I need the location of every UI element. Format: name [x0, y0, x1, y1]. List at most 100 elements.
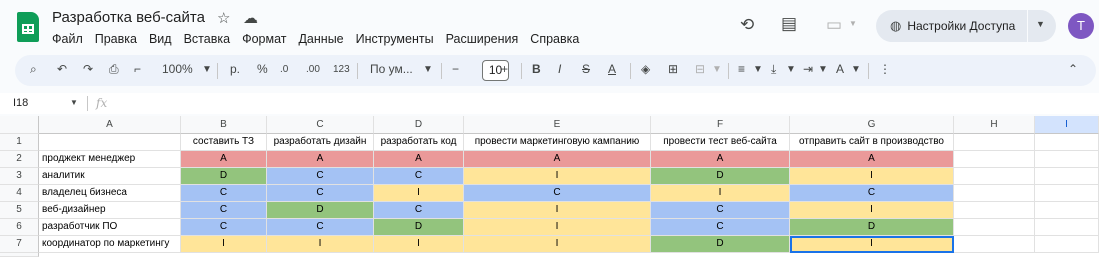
more-options-icon[interactable]: ⋮ — [879, 62, 891, 76]
decrease-decimal-button[interactable]: .0 — [280, 64, 288, 75]
cell-i1[interactable] — [1035, 134, 1099, 151]
column-header-h[interactable]: H — [954, 116, 1035, 134]
currency-button[interactable]: р. — [230, 62, 240, 76]
cell-a5[interactable]: веб-дизайнер — [39, 202, 181, 219]
cell-g6[interactable]: D — [790, 219, 954, 236]
cell-d5[interactable]: C — [374, 202, 464, 219]
strikethrough-icon[interactable]: S — [582, 62, 590, 76]
menu-edit[interactable]: Правка — [95, 32, 137, 46]
menu-view[interactable]: Вид — [149, 32, 172, 46]
cell-b1[interactable]: составить ТЗ — [181, 134, 267, 151]
cell-i5[interactable] — [1035, 202, 1099, 219]
text-rotation-caret-icon[interactable]: ▼ — [851, 64, 861, 75]
sheets-logo-icon[interactable] — [17, 12, 39, 42]
cell-f3[interactable]: D — [651, 168, 790, 185]
menu-insert[interactable]: Вставка — [184, 32, 230, 46]
menu-tools[interactable]: Инструменты — [356, 32, 434, 46]
merge-caret-icon[interactable]: ▼ — [712, 64, 722, 75]
cell-g3[interactable]: I — [790, 168, 954, 185]
meet-icon[interactable]: ▭ — [826, 15, 842, 35]
bold-button[interactable]: B — [532, 62, 541, 76]
text-wrap-icon[interactable]: ⇥ — [803, 62, 813, 76]
cloud-status-icon[interactable]: ☁ — [243, 9, 258, 27]
cell-g7[interactable]: I — [790, 236, 954, 253]
cell-d1[interactable]: разработать код — [374, 134, 464, 151]
cell-f2[interactable]: A — [651, 151, 790, 168]
zoom-select[interactable]: 100% — [162, 62, 193, 76]
print-icon[interactable]: ⎙ — [109, 62, 119, 77]
row-header-2[interactable]: 2 — [0, 151, 39, 168]
cell-i6[interactable] — [1035, 219, 1099, 236]
cell-e1[interactable]: провести маркетинговую кампанию — [464, 134, 651, 151]
star-icon[interactable]: ☆ — [217, 9, 230, 27]
font-size-decrease-icon[interactable]: − — [452, 62, 459, 76]
text-wrap-caret-icon[interactable]: ▼ — [818, 64, 828, 75]
cell-d6[interactable]: D — [374, 219, 464, 236]
cell-c6[interactable]: C — [267, 219, 374, 236]
redo-icon[interactable]: ↷ — [83, 62, 93, 76]
cell-h6[interactable] — [954, 219, 1035, 236]
cell-g2[interactable]: A — [790, 151, 954, 168]
cell-c4[interactable]: C — [267, 185, 374, 202]
row-header-empty[interactable] — [0, 253, 39, 257]
align-vertical-icon[interactable]: ⤓ — [771, 62, 776, 77]
comments-icon[interactable]: ▤ — [781, 14, 797, 34]
cell-h1[interactable] — [954, 134, 1035, 151]
search-icon[interactable]: ⌕ — [30, 62, 37, 77]
text-color-button[interactable]: A — [608, 62, 616, 76]
merge-cells-icon[interactable]: ⊟ — [695, 62, 705, 76]
cell-b4[interactable]: C — [181, 185, 267, 202]
column-header-a[interactable]: A — [39, 116, 181, 134]
row-header-4[interactable]: 4 — [0, 185, 39, 202]
menu-file[interactable]: Файл — [52, 32, 83, 46]
cell-d4[interactable]: I — [374, 185, 464, 202]
document-title[interactable]: Разработка веб-сайта — [52, 9, 205, 26]
menu-extensions[interactable]: Расширения — [446, 32, 519, 46]
cell-d7[interactable]: I — [374, 236, 464, 253]
cell-i2[interactable] — [1035, 151, 1099, 168]
share-button[interactable]: ◍ Настройки Доступа ▼ — [876, 10, 1056, 42]
column-header-d[interactable]: D — [374, 116, 464, 134]
align-horizontal-caret-icon[interactable]: ▼ — [753, 64, 763, 75]
cell-d3[interactable]: C — [374, 168, 464, 185]
font-caret-icon[interactable]: ▼ — [423, 64, 433, 75]
align-vertical-caret-icon[interactable]: ▼ — [786, 64, 796, 75]
cell-e2[interactable]: A — [464, 151, 651, 168]
cell-a3[interactable]: аналитик — [39, 168, 181, 185]
column-header-g[interactable]: G — [790, 116, 954, 134]
font-size-increase-icon[interactable]: + — [501, 62, 508, 76]
cell-c7[interactable]: I — [267, 236, 374, 253]
cell-h7[interactable] — [954, 236, 1035, 253]
column-header-b[interactable]: B — [181, 116, 267, 134]
cell-c5[interactable]: D — [267, 202, 374, 219]
spreadsheet-grid[interactable]: A B C D E F G H I 1 составить ТЗ разработать дизайн… — [0, 116, 1099, 257]
cell-h2[interactable] — [954, 151, 1035, 168]
cell-d2[interactable]: A — [374, 151, 464, 168]
column-header-i[interactable]: I — [1035, 116, 1099, 134]
cell-i4[interactable] — [1035, 185, 1099, 202]
cell-f6[interactable]: C — [651, 219, 790, 236]
menu-help[interactable]: Справка — [530, 32, 579, 46]
cell-f7[interactable]: D — [651, 236, 790, 253]
row-header-3[interactable]: 3 — [0, 168, 39, 185]
cell-e5[interactable]: I — [464, 202, 651, 219]
undo-icon[interactable]: ↶ — [57, 62, 67, 76]
cell-a1[interactable] — [39, 134, 181, 151]
cell-a7[interactable]: координатор по маркетингу — [39, 236, 181, 253]
cell-g4[interactable]: C — [790, 185, 954, 202]
row-header-1[interactable]: 1 — [0, 134, 39, 151]
menu-data[interactable]: Данные — [298, 32, 343, 46]
cell-c2[interactable]: A — [267, 151, 374, 168]
avatar[interactable]: T — [1068, 13, 1094, 39]
column-header-c[interactable]: C — [267, 116, 374, 134]
font-select[interactable]: По ум... — [370, 62, 413, 76]
cell-reference-caret-icon[interactable]: ▼ — [70, 98, 78, 107]
cell-b2[interactable]: A — [181, 151, 267, 168]
percent-button[interactable]: % — [257, 62, 268, 76]
cell-e7[interactable]: I — [464, 236, 651, 253]
menu-format[interactable]: Формат — [242, 32, 286, 46]
cell-a4[interactable]: владелец бизнеса — [39, 185, 181, 202]
history-icon[interactable]: ⟲ — [740, 15, 754, 35]
share-caret-icon[interactable]: ▼ — [1036, 19, 1045, 29]
row-header-6[interactable]: 6 — [0, 219, 39, 236]
